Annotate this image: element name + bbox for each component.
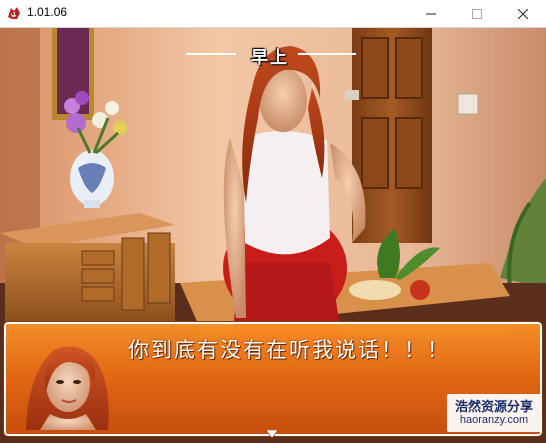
maximize-icon [472,8,482,19]
close-icon [518,8,528,19]
close-button[interactable] [500,0,546,27]
speaker-portrait [26,346,109,430]
game-viewport[interactable]: 早上 你到底有没有在听我说话！！！ 浩然资源分享 haoranzy.com [0,28,546,443]
dialogue-text: 你到底有没有在听我说话！！！ [128,338,450,362]
maximize-button[interactable] [454,0,500,27]
triangle-down-icon[interactable] [266,430,278,438]
watermark-badge: 浩然资源分享 haoranzy.com [447,394,541,432]
period-line-left [186,53,236,55]
time-of-day-label: 早上 [0,43,546,68]
game-dragon-icon [8,7,20,19]
window-titlebar[interactable]: 1.01.06 [0,0,546,28]
watermark-url: haoranzy.com [459,414,529,426]
minimize-icon [426,13,436,14]
window-title: 1.01.06 [27,5,68,19]
minimize-button[interactable] [408,0,454,27]
time-of-day-text: 早上 [251,48,289,68]
watermark-title: 浩然资源分享 [454,400,533,415]
period-line-right [298,53,356,55]
